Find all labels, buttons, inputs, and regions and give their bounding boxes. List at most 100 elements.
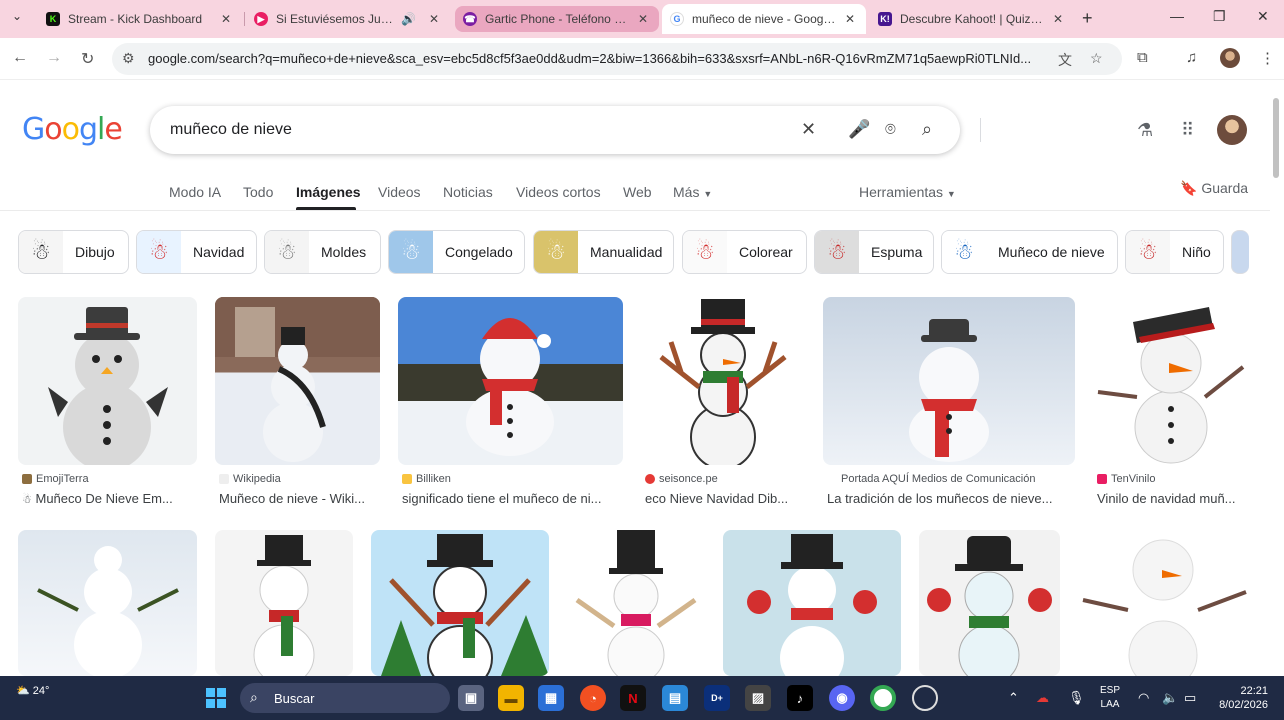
chevron-up-icon[interactable]: ⌃ bbox=[1008, 690, 1019, 706]
image-result[interactable] bbox=[18, 530, 197, 676]
bookmark-star-icon[interactable]: ☆ bbox=[1090, 50, 1103, 67]
photos-icon[interactable]: ▨ bbox=[745, 685, 771, 711]
language-indicator[interactable]: ESP LAA bbox=[1100, 684, 1120, 712]
app-tray-icon[interactable]: ☁ bbox=[1036, 690, 1049, 706]
tab-gartic[interactable]: ☎ Gartic Phone - Teléfono Des ✕ bbox=[455, 6, 659, 32]
volume-icon[interactable]: 🔈 bbox=[1162, 690, 1178, 706]
result-caption[interactable]: Vinilo de navidad muñ... bbox=[1097, 491, 1249, 506]
forward-button[interactable]: → bbox=[46, 49, 62, 67]
battery-icon[interactable]: ▭ bbox=[1184, 690, 1196, 706]
labs-flask-icon[interactable]: ⚗ bbox=[1137, 120, 1153, 141]
clear-icon[interactable]: ✕ bbox=[801, 119, 816, 140]
url-text[interactable]: google.com/search?q=muñeco+de+nieve&sca_… bbox=[148, 51, 1048, 66]
result-image[interactable] bbox=[215, 530, 353, 676]
close-icon[interactable]: ✕ bbox=[426, 12, 442, 26]
tab-modo-ia[interactable]: Modo IA bbox=[169, 184, 221, 200]
tab-web[interactable]: Web bbox=[623, 184, 652, 200]
minimize-button[interactable]: — bbox=[1170, 8, 1184, 24]
search-icon[interactable]: ⌕ bbox=[922, 119, 932, 140]
tab-youtube[interactable]: ▶ Si Estuviésemos Juntos A 🔊 ✕ bbox=[246, 4, 450, 34]
chrome-icon[interactable] bbox=[870, 685, 896, 711]
file-explorer-icon[interactable]: ▬ bbox=[498, 685, 524, 711]
app-dial-icon[interactable] bbox=[912, 685, 938, 711]
address-bar[interactable]: ⚙ google.com/search?q=muñeco+de+nieve&sc… bbox=[112, 43, 1122, 75]
weather-widget[interactable]: ⛅ 24° bbox=[16, 684, 49, 697]
image-result[interactable]: Billiken significado tiene el muñeco de … bbox=[398, 297, 623, 507]
tab-google[interactable]: G muñeco de nieve - Google S ✕ bbox=[662, 4, 866, 34]
chip-colorear[interactable]: ☃ Colorear bbox=[682, 230, 807, 274]
start-button[interactable] bbox=[206, 688, 226, 708]
chip-moldes[interactable]: ☃ Moldes bbox=[264, 230, 381, 274]
result-source[interactable]: Portada AQUÍ Medios de Comunicación bbox=[827, 473, 1035, 485]
result-image[interactable] bbox=[18, 530, 197, 676]
tab-imagenes[interactable]: Imágenes bbox=[296, 184, 361, 200]
profile-avatar[interactable] bbox=[1220, 48, 1240, 68]
speaker-icon[interactable]: 🔊 bbox=[401, 12, 416, 26]
app-orange-icon[interactable]: ◔ bbox=[580, 685, 606, 711]
image-result[interactable] bbox=[371, 530, 549, 676]
result-caption[interactable]: ☃ Muñeco De Nieve Em... bbox=[22, 491, 197, 506]
image-result[interactable] bbox=[567, 530, 705, 676]
chip-nino[interactable]: ☃ Niño bbox=[1125, 230, 1224, 274]
calendar-icon[interactable]: ▤ bbox=[662, 685, 688, 711]
reload-button[interactable]: ↻ bbox=[81, 49, 94, 69]
image-result[interactable]: EmojiTerra ☃ Muñeco De Nieve Em... bbox=[18, 297, 197, 507]
tab-kick[interactable]: K Stream - Kick Dashboard ✕ bbox=[38, 4, 242, 34]
tab-kahoot[interactable]: K! Descubre Kahoot! | Quizzes ✕ bbox=[870, 4, 1074, 34]
disney-plus-icon[interactable]: D+ bbox=[704, 685, 730, 711]
maximize-button[interactable]: ❐ bbox=[1213, 8, 1226, 25]
tools-button[interactable]: Herramientas ▼ bbox=[859, 184, 956, 200]
page-scrollbar[interactable] bbox=[1272, 84, 1280, 674]
result-image[interactable] bbox=[371, 530, 549, 676]
result-image[interactable] bbox=[18, 297, 197, 465]
google-logo[interactable]: Google bbox=[22, 112, 123, 147]
microphone-icon[interactable]: 🎙 bbox=[1068, 690, 1085, 706]
result-image[interactable] bbox=[1078, 530, 1249, 676]
task-view-icon[interactable]: ▣ bbox=[458, 685, 484, 711]
close-window-button[interactable]: ✕ bbox=[1257, 8, 1269, 25]
scrollbar-thumb[interactable] bbox=[1273, 98, 1279, 178]
chip-congelado[interactable]: ☃ Congelado bbox=[388, 230, 525, 274]
taskbar-search[interactable]: ⌕ Buscar bbox=[240, 683, 450, 713]
translate-icon[interactable]: 文 bbox=[1058, 50, 1072, 70]
back-button[interactable]: ← bbox=[12, 49, 28, 67]
media-control-icon[interactable]: ♫ bbox=[1186, 49, 1197, 66]
saved-button[interactable]: 🔖 Guarda bbox=[1180, 180, 1248, 197]
result-caption[interactable]: Muñeco de nieve - Wiki... bbox=[219, 491, 379, 506]
clock[interactable]: 22:21 8/02/2026 bbox=[1210, 684, 1268, 712]
image-result[interactable]: Wikipedia Muñeco de nieve - Wiki... bbox=[215, 297, 380, 507]
wifi-icon[interactable]: ◠ bbox=[1138, 690, 1149, 706]
image-result[interactable] bbox=[1078, 530, 1249, 676]
discord-icon[interactable]: ◉ bbox=[829, 685, 855, 711]
close-icon[interactable]: ✕ bbox=[1050, 12, 1066, 26]
store-icon[interactable]: ▦ bbox=[538, 685, 564, 711]
result-image[interactable] bbox=[398, 297, 623, 465]
lens-icon[interactable]: ⌾ bbox=[885, 119, 896, 140]
result-image[interactable] bbox=[919, 530, 1060, 676]
netflix-icon[interactable]: N bbox=[620, 685, 646, 711]
image-result[interactable]: Portada AQUÍ Medios de Comunicación La t… bbox=[823, 297, 1075, 507]
tab-todo[interactable]: Todo bbox=[243, 184, 273, 200]
search-box[interactable]: muñeco de nieve ✕ 🎤 ⌾ ⌕ bbox=[150, 106, 981, 154]
result-image[interactable] bbox=[215, 297, 380, 465]
result-image[interactable] bbox=[567, 530, 705, 676]
image-result[interactable]: TenVinilo Vinilo de navidad muñ... bbox=[1093, 297, 1249, 507]
result-source[interactable]: seisonce.pe bbox=[645, 473, 718, 485]
result-caption[interactable]: significado tiene el muñeco de ni... bbox=[402, 491, 622, 506]
result-caption[interactable]: La tradición de los muñecos de nieve... bbox=[827, 491, 1075, 506]
result-image[interactable] bbox=[1093, 297, 1249, 465]
result-source[interactable]: Billiken bbox=[402, 473, 451, 485]
result-source[interactable]: TenVinilo bbox=[1097, 473, 1155, 485]
result-image[interactable] bbox=[641, 297, 805, 465]
image-result[interactable] bbox=[215, 530, 353, 676]
close-icon[interactable]: ✕ bbox=[635, 12, 651, 26]
image-result[interactable]: seisonce.pe eco Nieve Navidad Dib... bbox=[641, 297, 805, 507]
result-source[interactable]: Wikipedia bbox=[219, 473, 281, 485]
chip-dibujo[interactable]: ☃ Dibujo bbox=[18, 230, 129, 274]
tab-noticias[interactable]: Noticias bbox=[443, 184, 493, 200]
account-avatar[interactable] bbox=[1217, 115, 1247, 145]
result-caption[interactable]: eco Nieve Navidad Dib... bbox=[645, 491, 805, 506]
result-image[interactable] bbox=[723, 530, 901, 676]
menu-icon[interactable]: ⋮ bbox=[1260, 49, 1275, 67]
chip-navidad[interactable]: ☃ Navidad bbox=[136, 230, 257, 274]
